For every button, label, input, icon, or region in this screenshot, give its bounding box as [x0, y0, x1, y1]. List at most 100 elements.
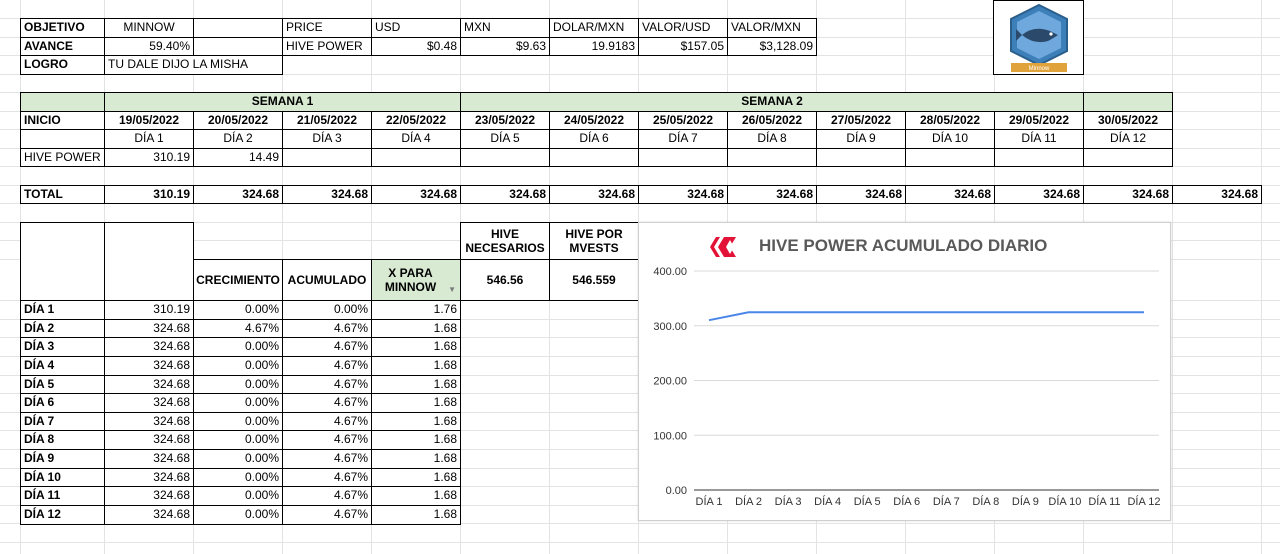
growth-row-crecimiento[interactable]: 0.00% [193, 430, 283, 450]
week-2-header[interactable]: SEMANA 2 [460, 92, 1084, 112]
growth-row-crecimiento[interactable]: 0.00% [193, 505, 283, 525]
day-header[interactable]: DÍA 2 [193, 129, 283, 149]
growth-row-acumulado[interactable]: 4.67% [282, 486, 372, 506]
total-value[interactable]: 324.68 [1172, 185, 1262, 204]
hive-power-day-value[interactable] [460, 148, 550, 167]
total-value[interactable]: 310.19 [104, 185, 194, 204]
hive-por-mvests-value[interactable]: 546.559 [549, 259, 639, 301]
growth-row-acumulado[interactable]: 4.67% [282, 430, 372, 450]
day-header[interactable]: DÍA 8 [727, 129, 817, 149]
growth-row-hp[interactable]: 324.68 [104, 375, 194, 394]
summary-empty-cell[interactable] [193, 18, 283, 38]
day-header[interactable]: DÍA 12 [1083, 129, 1173, 149]
growth-row-crecimiento[interactable]: 0.00% [193, 468, 283, 487]
price-value[interactable]: $0.48 [371, 37, 461, 56]
growth-row-x-para[interactable]: 1.68 [371, 337, 461, 357]
price-value[interactable]: $3,128.09 [727, 37, 817, 56]
price-value[interactable]: $9.63 [460, 37, 550, 56]
crecimiento-header[interactable]: CRECIMIENTO [193, 259, 283, 301]
growth-row-day[interactable]: DÍA 7 [20, 412, 105, 431]
growth-row-day[interactable]: DÍA 9 [20, 449, 105, 469]
hive-power-day-value[interactable] [905, 148, 995, 167]
growth-row-acumulado[interactable]: 4.67% [282, 319, 372, 338]
growth-row-x-para[interactable]: 1.76 [371, 300, 461, 320]
hive-power-day-value[interactable]: 14.49 [193, 148, 283, 167]
growth-row-hp[interactable]: 324.68 [104, 356, 194, 376]
day-header[interactable]: DÍA 4 [371, 129, 461, 149]
growth-row-crecimiento[interactable]: 0.00% [193, 300, 283, 320]
growth-row-crecimiento[interactable]: 4.67% [193, 319, 283, 338]
total-value[interactable]: 324.68 [371, 185, 461, 204]
growth-row-crecimiento[interactable]: 0.00% [193, 337, 283, 357]
growth-row-day[interactable]: DÍA 12 [20, 505, 105, 525]
growth-row-acumulado[interactable]: 4.67% [282, 412, 372, 431]
week-extra-header[interactable] [1083, 92, 1173, 112]
growth-row-hp[interactable]: 324.68 [104, 319, 194, 338]
date-header[interactable]: 25/05/2022 [638, 111, 728, 130]
total-value[interactable]: 324.68 [1083, 185, 1173, 204]
growth-row-x-para[interactable]: 1.68 [371, 430, 461, 450]
date-header[interactable]: 22/05/2022 [371, 111, 461, 130]
hive-power-day-value[interactable] [727, 148, 817, 167]
growth-corner-2[interactable] [104, 222, 194, 301]
date-header[interactable]: 27/05/2022 [816, 111, 906, 130]
growth-row-x-para[interactable]: 1.68 [371, 375, 461, 394]
growth-row-crecimiento[interactable]: 0.00% [193, 449, 283, 469]
days-row-empty[interactable] [20, 129, 105, 149]
growth-row-crecimiento[interactable]: 0.00% [193, 375, 283, 394]
growth-row-crecimiento[interactable]: 0.00% [193, 486, 283, 506]
growth-row-hp[interactable]: 324.68 [104, 393, 194, 413]
total-value[interactable]: 324.68 [193, 185, 283, 204]
price-header[interactable]: PRICE [282, 18, 372, 38]
growth-row-day[interactable]: DÍA 8 [20, 430, 105, 450]
x-para-minnow-header[interactable]: X PARA MINNOW ▼ [371, 259, 461, 301]
growth-row-x-para[interactable]: 1.68 [371, 486, 461, 506]
price-value[interactable]: 19.9183 [549, 37, 639, 56]
objetivo-value[interactable]: MINNOW [104, 18, 194, 38]
growth-row-day[interactable]: DÍA 1 [20, 300, 105, 320]
total-value[interactable]: 324.68 [816, 185, 906, 204]
hive-power-day-value[interactable] [371, 148, 461, 167]
day-header[interactable]: DÍA 9 [816, 129, 906, 149]
growth-row-day[interactable]: DÍA 11 [20, 486, 105, 506]
growth-row-x-para[interactable]: 1.68 [371, 412, 461, 431]
hive-por-mvests-label[interactable]: HIVE POR MVESTS [549, 222, 639, 260]
price-header[interactable]: VALOR/MXN [727, 18, 817, 38]
growth-row-day[interactable]: DÍA 3 [20, 337, 105, 357]
date-header[interactable]: 19/05/2022 [104, 111, 194, 130]
hive-power-day-value[interactable] [638, 148, 728, 167]
hive-power-day-value[interactable]: 310.19 [104, 148, 194, 167]
growth-row-x-para[interactable]: 1.68 [371, 449, 461, 469]
filter-dropdown-icon[interactable]: ▼ [448, 283, 456, 297]
price-header[interactable]: VALOR/USD [638, 18, 728, 38]
growth-row-hp[interactable]: 324.68 [104, 505, 194, 525]
day-header[interactable]: DÍA 11 [994, 129, 1084, 149]
total-label[interactable]: TOTAL [20, 185, 105, 204]
avance-value[interactable]: 59.40% [104, 37, 194, 56]
growth-row-crecimiento[interactable]: 0.00% [193, 393, 283, 413]
total-value[interactable]: 324.68 [905, 185, 995, 204]
day-header[interactable]: DÍA 1 [104, 129, 194, 149]
price-header[interactable]: USD [371, 18, 461, 38]
summary-empty-cell[interactable] [193, 37, 283, 56]
date-header[interactable]: 29/05/2022 [994, 111, 1084, 130]
date-header[interactable]: 30/05/2022 [1083, 111, 1173, 130]
day-header[interactable]: DÍA 6 [549, 129, 639, 149]
growth-row-acumulado[interactable]: 4.67% [282, 468, 372, 487]
growth-corner[interactable] [20, 222, 105, 301]
growth-row-acumulado[interactable]: 0.00% [282, 300, 372, 320]
hive-power-row-label[interactable]: HIVE POWER [20, 148, 105, 167]
growth-row-acumulado[interactable]: 4.67% [282, 337, 372, 357]
inicio-label[interactable]: INICIO [20, 111, 105, 130]
schedule-corner[interactable] [20, 92, 105, 112]
hive-power-day-value[interactable] [1083, 148, 1173, 167]
growth-row-hp[interactable]: 324.68 [104, 337, 194, 357]
date-header[interactable]: 24/05/2022 [549, 111, 639, 130]
total-value[interactable]: 324.68 [460, 185, 550, 204]
price-value[interactable]: $157.05 [638, 37, 728, 56]
growth-row-x-para[interactable]: 1.68 [371, 468, 461, 487]
objetivo-label[interactable]: OBJETIVO [20, 18, 105, 38]
growth-row-hp[interactable]: 324.68 [104, 430, 194, 450]
total-value[interactable]: 324.68 [727, 185, 817, 204]
growth-row-x-para[interactable]: 1.68 [371, 356, 461, 376]
